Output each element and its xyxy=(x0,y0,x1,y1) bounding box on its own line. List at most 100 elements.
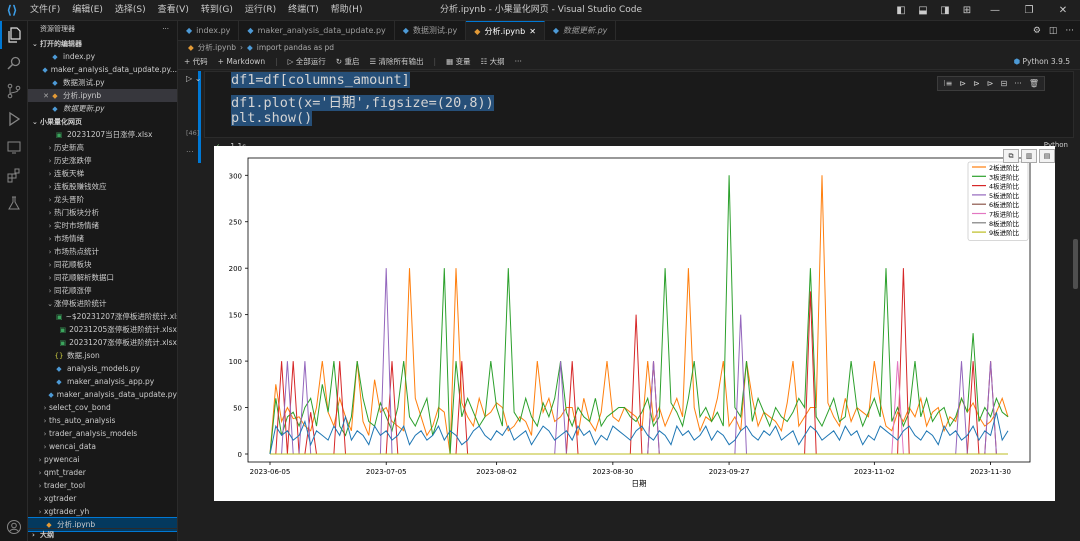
menu-item[interactable]: 转到(G) xyxy=(195,0,239,21)
folder-item[interactable]: › wencai_data xyxy=(28,440,177,453)
run-debug-icon[interactable] xyxy=(0,105,28,133)
folder-item[interactable]: › 同花顺板块 xyxy=(28,258,177,271)
execute-above-icon[interactable]: ⊳ xyxy=(973,79,980,88)
explorer-icon[interactable] xyxy=(0,21,28,49)
open-editor-item[interactable]: ✕ ◆ 分析.ipynb xyxy=(28,89,177,102)
file-item[interactable]: {} 数据.json xyxy=(28,349,177,362)
run-cell-button[interactable]: ▷ ⌄ xyxy=(186,74,201,83)
copy-icon[interactable]: ⧉ xyxy=(1003,149,1019,163)
format-cell-icon[interactable]: ⁝≡ xyxy=(943,79,952,88)
folder-item[interactable]: › 连板天梯 xyxy=(28,167,177,180)
folder-item[interactable]: › 同花顺解析数据口 xyxy=(28,271,177,284)
menu-item[interactable]: 编辑(E) xyxy=(66,0,109,21)
code-editor[interactable]: df1=df[columns_amount] df1.plot(x='日期',f… xyxy=(204,71,1074,138)
folder-item[interactable]: ⌄ 涨停板进阶统计 xyxy=(28,297,177,310)
menu-item[interactable]: 选择(S) xyxy=(109,0,152,21)
folder-item[interactable]: › pywencai xyxy=(28,453,177,466)
editor-tab[interactable]: ◆ 数据测试.py xyxy=(395,21,467,40)
output-more-button[interactable]: ... xyxy=(186,145,194,154)
clear-outputs-button[interactable]: ☰ 清除所有输出 xyxy=(369,56,423,67)
gear-icon[interactable]: ⚙ xyxy=(1033,26,1041,36)
menu-item[interactable]: 文件(F) xyxy=(24,0,66,21)
delete-icon[interactable]: ▤ xyxy=(1039,149,1055,163)
more-actions-icon[interactable]: ··· xyxy=(162,25,169,33)
search-icon[interactable] xyxy=(0,49,28,77)
folder-item[interactable]: › 同花顺涨停 xyxy=(28,284,177,297)
folder-item[interactable]: › 历史新高 xyxy=(28,141,177,154)
folder-item[interactable]: › xgtrader xyxy=(28,492,177,505)
toggle-secondary-sidebar-icon[interactable]: ◨ xyxy=(934,0,956,21)
folder-item[interactable]: › ths_auto_analysis xyxy=(28,414,177,427)
variables-button[interactable]: ▦ 变量 xyxy=(446,56,470,67)
toggle-panel-icon[interactable]: ⬓ xyxy=(912,0,934,21)
file-item[interactable]: ▣ 20231207涨停板进阶统计.xlsx xyxy=(28,336,177,349)
chart-icon[interactable]: ▥ xyxy=(1021,149,1037,163)
editor-tab[interactable]: ◆ maker_analysis_data_update.py xyxy=(239,21,395,40)
minimize-button[interactable]: — xyxy=(978,0,1012,21)
restart-button[interactable]: ↻ 重启 xyxy=(336,56,360,67)
menu-item[interactable]: 运行(R) xyxy=(239,0,282,21)
folder-item[interactable]: › 市场情绪 xyxy=(28,232,177,245)
close-editor-icon[interactable]: ✕ xyxy=(42,92,50,100)
folder-item[interactable]: › 连板股赚钱效应 xyxy=(28,180,177,193)
menu-item[interactable]: 查看(V) xyxy=(152,0,195,21)
extensions-icon[interactable] xyxy=(0,161,28,189)
breadcrumb-cell[interactable]: import pandas as pd xyxy=(257,43,334,52)
open-editor-item[interactable]: ◆ 数据测试.py xyxy=(28,76,177,89)
file-item[interactable]: ▣ ~$20231207涨停板进阶统计.xlsx xyxy=(28,310,177,323)
editor-tab[interactable]: ◆ index.py xyxy=(178,21,240,40)
add-code-button[interactable]: + 代码 xyxy=(184,56,208,67)
account-icon[interactable] xyxy=(0,513,28,541)
file-item[interactable]: ▣ 20231207当日涨停.xlsx xyxy=(28,128,177,141)
folder-item[interactable]: › 历史涨跌停 xyxy=(28,154,177,167)
toggle-primary-sidebar-icon[interactable]: ◧ xyxy=(890,0,912,21)
folder-item[interactable]: › xgtrader_yh xyxy=(28,505,177,518)
run-all-button[interactable]: ▷ 全部运行 xyxy=(288,56,326,67)
layout-icon[interactable]: ⊞ xyxy=(956,0,978,21)
more-toolbar-button[interactable]: ··· xyxy=(515,57,522,66)
close-button[interactable]: ✕ xyxy=(1046,0,1080,21)
folder-item[interactable]: › qmt_trader xyxy=(28,466,177,479)
folder-item[interactable]: › 热门板块分析 xyxy=(28,206,177,219)
add-markdown-button[interactable]: + Markdown xyxy=(218,57,265,66)
more-cell-actions-icon[interactable]: ··· xyxy=(1014,79,1022,88)
menu-item[interactable]: 帮助(H) xyxy=(325,0,369,21)
delete-cell-icon[interactable]: 🗑 xyxy=(1029,79,1039,88)
run-by-line-icon[interactable]: ⊳ xyxy=(959,79,966,88)
editor-scrollbar[interactable] xyxy=(1073,239,1078,289)
breadcrumb-file[interactable]: 分析.ipynb xyxy=(198,42,236,53)
execute-below-icon[interactable]: ⊳ xyxy=(987,79,994,88)
editor-tab[interactable]: ◆ 数据更新.py xyxy=(545,21,617,40)
testing-icon[interactable] xyxy=(0,189,28,217)
split-editor-icon[interactable]: ◫ xyxy=(1049,26,1058,36)
tree-item-label: pywencai xyxy=(44,455,80,464)
outline-header[interactable]: › 大纲 xyxy=(28,528,177,541)
open-editor-item[interactable]: ◆ maker_analysis_data_update.py... xyxy=(28,63,177,76)
outline-button[interactable]: ☷ 大纲 xyxy=(481,56,505,67)
folder-item[interactable]: › trader_tool xyxy=(28,479,177,492)
folder-item[interactable]: › select_cov_bond xyxy=(28,401,177,414)
menu-item[interactable]: 终端(T) xyxy=(282,0,325,21)
split-cell-icon[interactable]: ⊟ xyxy=(1001,79,1008,88)
folder-item[interactable]: › 市场热点统计 xyxy=(28,245,177,258)
file-item[interactable]: ◆ maker_analysis_data_update.py xyxy=(28,388,177,401)
file-item[interactable]: ◆ maker_analysis_app.py xyxy=(28,375,177,388)
workspace-header[interactable]: ⌄ 小果量化网页 xyxy=(28,115,177,128)
source-control-icon[interactable] xyxy=(0,77,28,105)
python-file-icon: ◆ xyxy=(42,65,48,74)
folder-item[interactable]: › trader_analysis_models xyxy=(28,427,177,440)
more-icon[interactable]: ··· xyxy=(1065,26,1074,36)
kernel-picker[interactable]: ⬢ Python 3.9.5 xyxy=(1014,57,1070,66)
file-item[interactable]: ▣ 20231205涨停板进阶统计.xlsx xyxy=(28,323,177,336)
editor-tab[interactable]: ◆ 分析.ipynb ✕ xyxy=(466,21,545,40)
folder-item[interactable]: › 龙头晋阶 xyxy=(28,193,177,206)
open-editor-item[interactable]: ◆ 数据更新.py xyxy=(28,102,177,115)
open-editors-header[interactable]: ⌄ 打开的编辑器 xyxy=(28,37,177,50)
tree-item-label: 历史新高 xyxy=(54,143,84,152)
maximize-button[interactable]: ❐ xyxy=(1012,0,1046,21)
remote-explorer-icon[interactable] xyxy=(0,133,28,161)
close-tab-icon[interactable]: ✕ xyxy=(529,27,536,36)
file-item[interactable]: ◆ analysis_models.py xyxy=(28,362,177,375)
open-editor-item[interactable]: ◆ index.py xyxy=(28,50,177,63)
folder-item[interactable]: › 实时市场情绪 xyxy=(28,219,177,232)
